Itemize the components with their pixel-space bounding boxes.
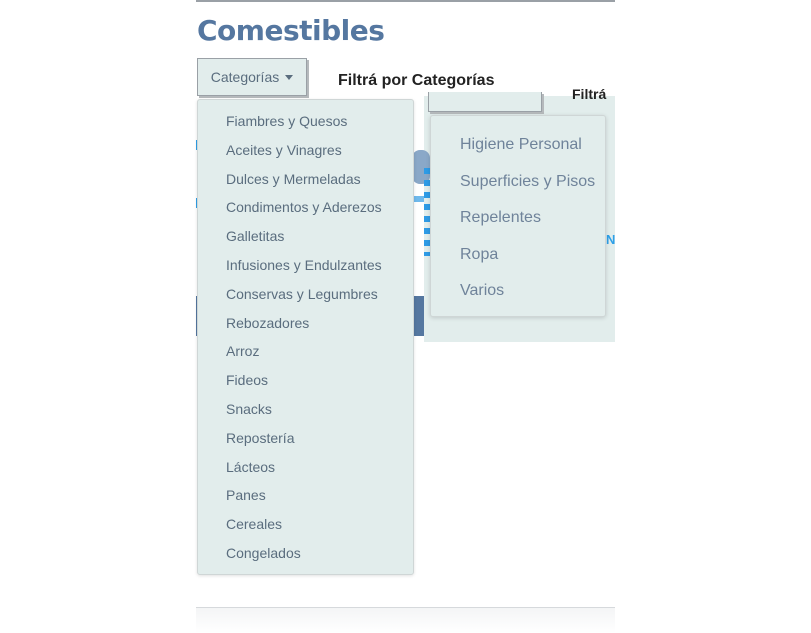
menu-item-aceites-y-vinagres[interactable]: Aceites y Vinagres: [198, 139, 413, 168]
categories-dropdown-button[interactable]: Categorías: [197, 58, 307, 96]
menu-item-fideos[interactable]: Fideos: [198, 369, 413, 398]
menu-item-condimentos-y-aderezos[interactable]: Condimentos y Aderezos: [198, 196, 413, 225]
menu-item-rebozadores[interactable]: Rebozadores: [198, 312, 413, 341]
menu-item-superficies-y-pisos[interactable]: Superficies y Pisos: [431, 171, 605, 208]
menu-item-conservas-y-legumbres[interactable]: Conservas y Legumbres: [198, 283, 413, 312]
background-category-button[interactable]: [428, 92, 542, 112]
page-title: Comestibles: [197, 14, 385, 47]
menu-item-infusiones-y-endulzantes[interactable]: Infusiones y Endulzantes: [198, 254, 413, 283]
categories-dropdown-menu: Fiambres y Quesos Aceites y Vinagres Dul…: [197, 99, 414, 575]
menu-item-ropa[interactable]: Ropa: [431, 244, 605, 281]
categories-button-label: Categorías: [210, 69, 280, 85]
menu-item-snacks[interactable]: Snacks: [198, 398, 413, 427]
menu-item-dulces-y-mermeladas[interactable]: Dulces y Mermeladas: [198, 168, 413, 197]
menu-item-cereales[interactable]: Cereales: [198, 513, 413, 542]
caret-down-icon: [285, 74, 294, 80]
menu-item-fiambres-y-quesos[interactable]: Fiambres y Quesos: [198, 110, 413, 139]
footer-band: [196, 608, 615, 633]
menu-item-congelados[interactable]: Congelados: [198, 542, 413, 571]
menu-item-repelentes[interactable]: Repelentes: [431, 207, 605, 244]
background-letter: N: [606, 232, 616, 247]
top-divider: [196, 0, 615, 2]
menu-item-lacteos[interactable]: Lácteos: [198, 456, 413, 485]
menu-item-arroz[interactable]: Arroz: [198, 340, 413, 369]
menu-item-panes[interactable]: Panes: [198, 484, 413, 513]
menu-item-galletitas[interactable]: Galletitas: [198, 225, 413, 254]
menu-item-varios[interactable]: Varios: [431, 280, 605, 317]
background-filter-label: Filtrá: [572, 86, 607, 102]
filter-label: Filtrá por Categorías: [338, 72, 495, 89]
menu-item-reposteria[interactable]: Repostería: [198, 427, 413, 456]
secondary-dropdown-menu: Higiene Personal Superficies y Pisos Rep…: [430, 115, 606, 317]
menu-item-higiene-personal[interactable]: Higiene Personal: [431, 134, 605, 171]
